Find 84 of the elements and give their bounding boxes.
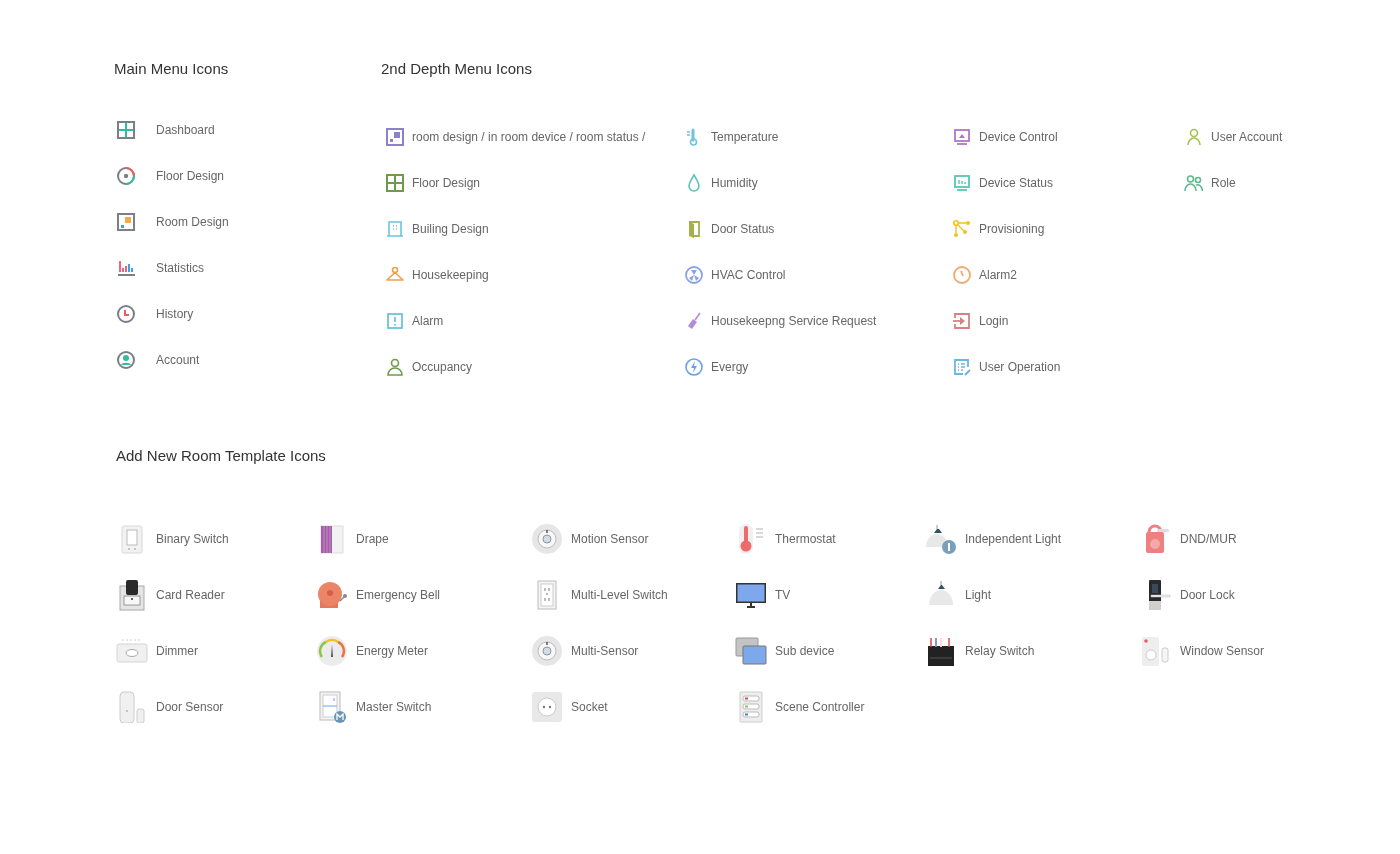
menu-label: Statistics (156, 260, 204, 277)
menu-label: Alarm2 (979, 267, 1017, 284)
menu-label: Device Control (979, 129, 1058, 146)
template-label: TV (775, 587, 791, 604)
menu-label: History (156, 306, 194, 323)
template-label: Emergency Bell (356, 587, 441, 604)
menu-label: HVAC Control (711, 267, 786, 284)
target-icon (116, 166, 136, 186)
user-icon (385, 357, 405, 377)
square-icon (385, 127, 405, 147)
door-sensor-icon (116, 691, 148, 723)
menu-label: Provisioning (979, 221, 1045, 238)
section-title: Main Menu Icons (114, 59, 229, 79)
menu-label: Room Design (156, 214, 229, 231)
menu-label: Floor Design (156, 168, 225, 185)
menu-label: Role (1211, 175, 1236, 192)
alert-icon (385, 311, 405, 331)
menu-label: Alarm (412, 313, 444, 330)
gauge-icon (316, 635, 348, 667)
grid-icon (385, 173, 405, 193)
user-icon (116, 350, 136, 370)
monitor-chart-icon (952, 173, 972, 193)
grid-icon (116, 120, 136, 140)
template-label: Card Reader (156, 587, 225, 604)
menu-label: User Account (1211, 129, 1283, 146)
template-label: Binary Switch (156, 531, 229, 548)
motion-sensor-icon (531, 635, 563, 667)
template-label: Door Sensor (156, 699, 224, 716)
screens-icon (735, 635, 767, 667)
relay-icon (925, 635, 957, 667)
menu-label: Device Status (979, 175, 1054, 192)
template-label: Drape (356, 531, 389, 548)
login-icon (952, 311, 972, 331)
template-label: Dimmer (156, 643, 198, 660)
bell-icon (316, 579, 348, 611)
section-title: Add New Room Template Icons (116, 446, 326, 466)
menu-label: Temperature (711, 129, 779, 146)
nodes-icon (952, 219, 972, 239)
template-label: Window Sensor (1180, 643, 1265, 660)
menu-label: Dashboard (156, 122, 215, 139)
template-label: Multi-Level Switch (571, 587, 668, 604)
template-label: Multi-Sensor (571, 643, 639, 660)
menu-label: Floor Design (412, 175, 481, 192)
template-label: Energy Meter (356, 643, 429, 660)
template-label: Sub device (775, 643, 835, 660)
template-label: DND/MUR (1180, 531, 1237, 548)
template-label: Independent Light (965, 531, 1062, 548)
menu-label: Occupancy (412, 359, 473, 376)
template-label: Door Lock (1180, 587, 1235, 604)
section-title: 2nd Depth Menu Icons (381, 59, 532, 79)
template-label: Master Switch (356, 699, 432, 716)
menu-label: Door Status (711, 221, 775, 238)
building-icon (385, 219, 405, 239)
menu-label: Login (979, 313, 1009, 330)
fan-icon (684, 265, 704, 285)
template-label: Motion Sensor (571, 531, 649, 548)
template-label: Relay Switch (965, 643, 1035, 660)
window-sensor-icon (1140, 635, 1172, 667)
card-reader-icon (116, 579, 148, 611)
square-icon (116, 212, 136, 232)
template-label: Socket (571, 699, 608, 716)
user-icon (1184, 127, 1204, 147)
wall-switch-icon (316, 691, 348, 723)
motion-sensor-icon (531, 523, 563, 555)
menu-label: Humidity (711, 175, 758, 192)
menu-label: Builing Design (412, 221, 489, 238)
menu-label: Housekeepng Service Request (711, 313, 877, 330)
menu-label: Evergy (711, 359, 749, 376)
menu-label: Housekeeping (412, 267, 489, 284)
menu-label: User Operation (979, 359, 1061, 376)
pendant-lamp-icon (925, 523, 957, 555)
clock-icon (116, 304, 136, 324)
clock-icon (952, 265, 972, 285)
template-label: Scene Controller (775, 699, 865, 716)
lightning-icon (684, 357, 704, 377)
users-icon (1184, 173, 1204, 193)
template-label: Thermostat (775, 531, 836, 548)
socket-icon (531, 691, 563, 723)
monitor-icon (952, 127, 972, 147)
bar-chart-icon (116, 258, 136, 278)
list-edit-icon (952, 357, 972, 377)
menu-label: Account (156, 352, 200, 369)
menu-label: room design / in room device / room status / (412, 129, 646, 146)
template-label: Light (965, 587, 992, 604)
